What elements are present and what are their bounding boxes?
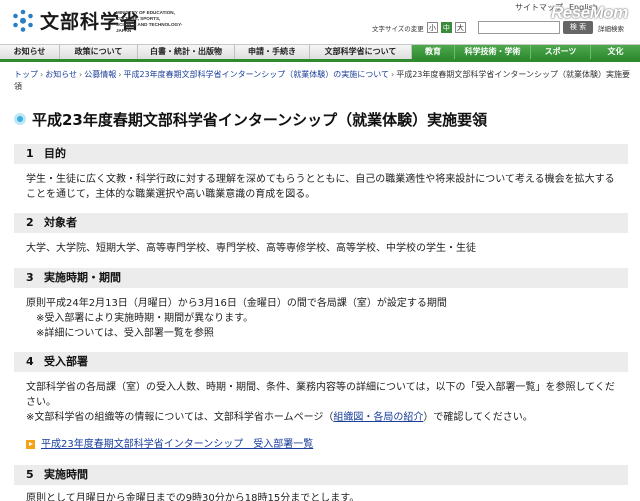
nav-item-education[interactable]: 教育 xyxy=(412,45,455,59)
resemom-watermark: ReseMom xyxy=(551,3,628,22)
department-list-link-row: 平成23年度春期文部科学省インターンシップ 受入部署一覧 xyxy=(26,437,313,452)
breadcrumb-news[interactable]: お知らせ xyxy=(45,70,77,79)
site-search: 検 索 詳細検索 xyxy=(478,21,624,34)
breadcrumb-recruitment[interactable]: 公募情報 xyxy=(84,70,116,79)
breadcrumb-top[interactable]: トップ xyxy=(14,70,38,79)
font-size-label: 文字サイズの変更 xyxy=(372,24,424,33)
title-bar: 平成23年度春期文部科学省インターンシップ（就業体験）実施要領 xyxy=(14,108,628,130)
section-body-purpose: 学生・生徒に広く文教・科学行政に対する理解を深めてもらうとともに、自己の職業適性… xyxy=(26,174,615,200)
search-input[interactable] xyxy=(478,21,560,34)
nav-item-applications[interactable]: 申請・手続き xyxy=(235,45,310,59)
search-button[interactable]: 検 索 xyxy=(563,21,593,34)
section-heading-eligibility: 2 対象者 xyxy=(14,213,628,233)
nav-item-science[interactable]: 科学技術・学術 xyxy=(455,45,531,59)
org-chart-link[interactable]: 組織図・各局の紹介 xyxy=(333,412,423,423)
font-size-medium-button[interactable]: 中 xyxy=(440,22,452,33)
advanced-search-link[interactable]: 詳細検索 xyxy=(598,23,624,33)
period-note-2: ※詳細については、受入部署一覧を参照 xyxy=(36,328,214,339)
nav-item-news[interactable]: お知らせ xyxy=(0,45,60,59)
period-note-1: ※受入部署により実施時期・期間が異なります。 xyxy=(36,313,254,324)
section-heading-purpose: 1 目的 xyxy=(14,144,628,164)
section-body-eligibility: 大学、大学院、短期大学、高等専門学校、専門学校、高等専修学校、高等学校、中学校の… xyxy=(26,243,476,254)
font-size-small-button[interactable]: 小 xyxy=(426,22,438,33)
page-title: 平成23年度春期文部科学省インターンシップ（就業体験）実施要領 xyxy=(32,110,488,129)
nav-item-publications[interactable]: 白書・統計・出版物 xyxy=(138,45,235,59)
nav-item-policy[interactable]: 政策について xyxy=(60,45,138,59)
nav-item-about[interactable]: 文部科学省について xyxy=(310,45,412,59)
nav-item-sports[interactable]: スポーツ xyxy=(531,45,591,59)
logo-subtitle: MINISTRY OF EDUCATION, CULTURE, SPORTS, … xyxy=(116,10,183,33)
section-body-hours: 原則として月曜日から金曜日までの9時30分から18時15分までとします。 xyxy=(26,493,360,501)
department-list-link[interactable]: 平成23年度春期文部科学省インターンシップ 受入部署一覧 xyxy=(41,437,313,452)
section-body-period: 原則平成24年2月13日（月曜日）から3月16日（金曜日）の間で各局課（室）が設… xyxy=(26,296,618,341)
ministry-logo-icon[interactable] xyxy=(10,8,36,34)
title-bullet-icon xyxy=(14,113,26,125)
section-heading-hours: 5 実施時間 xyxy=(14,465,628,485)
nav-item-culture[interactable]: 文化 xyxy=(591,45,640,59)
global-nav: お知らせ 政策について 白書・統計・出版物 申請・手続き 文部科学省について 教… xyxy=(0,44,640,62)
font-size-large-button[interactable]: 大 xyxy=(454,22,466,33)
font-size-switcher: 文字サイズの変更 小 中 大 xyxy=(372,22,466,33)
breadcrumb-internship[interactable]: 平成23年度春期文部科学省インターンシップ（就業体験）の実施について xyxy=(123,70,389,79)
section-heading-period: 3 実施時期・期間 xyxy=(14,268,628,288)
site-header: 文部科学省 MINISTRY OF EDUCATION, CULTURE, SP… xyxy=(0,0,640,44)
document-arrow-icon xyxy=(26,440,35,449)
section-heading-departments: 4 受入部署 xyxy=(14,352,628,372)
section-body-departments: 文部科学省の各局課（室）の受入人数、時期・期間、条件、業務内容等の詳細については… xyxy=(26,382,615,423)
breadcrumb: トップ › お知らせ › 公募情報 › 平成23年度春期文部科学省インターンシップ（就業体験… xyxy=(14,70,630,91)
